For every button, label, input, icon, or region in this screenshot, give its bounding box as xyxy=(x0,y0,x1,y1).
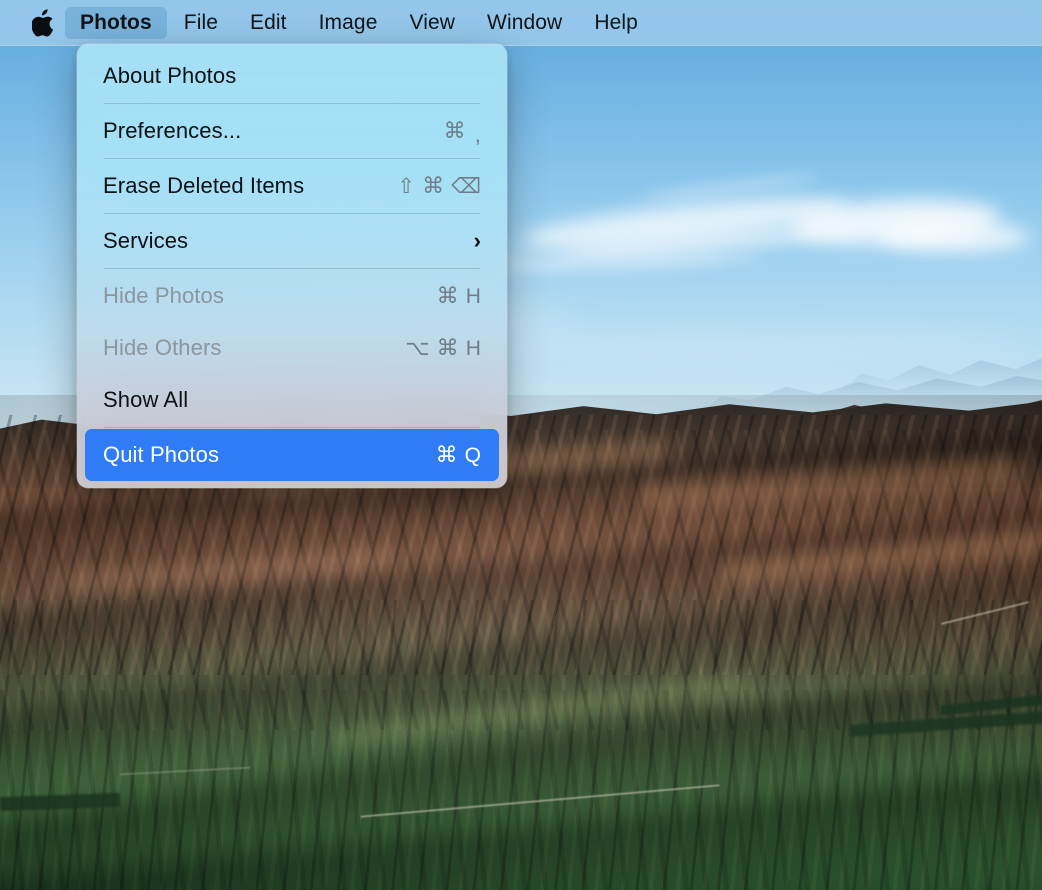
menu-item-hide-photos: Hide Photos ⌘ H xyxy=(85,270,499,322)
menubar-item-label: Edit xyxy=(250,11,287,35)
menubar-item-help[interactable]: Help xyxy=(579,7,653,39)
menu-separator xyxy=(104,103,480,104)
menu-item-label: Hide Others xyxy=(103,335,221,361)
menu-separator xyxy=(104,427,480,428)
apple-menu-button[interactable] xyxy=(22,0,64,46)
menu-item-shortcut: ⌘ H xyxy=(437,285,481,307)
menu-item-quit-photos[interactable]: Quit Photos ⌘ Q xyxy=(85,429,499,481)
shift-key-icon: ⇧ xyxy=(397,176,415,197)
menu-item-hide-others: Hide Others ⌥ ⌘ H xyxy=(85,322,499,374)
command-key-icon: ⌘ xyxy=(437,337,459,359)
command-key-icon: ⌘ xyxy=(435,444,457,466)
menubar-item-label: File xyxy=(184,11,218,35)
menu-item-label: About Photos xyxy=(103,63,236,89)
menu-item-label: Erase Deleted Items xyxy=(103,173,304,199)
menu-item-services[interactable]: Services › xyxy=(85,215,499,267)
command-key-icon: ⌘ xyxy=(437,285,459,307)
menubar-item-file[interactable]: File xyxy=(169,7,233,39)
menu-item-shortcut: ⇧ ⌘ ⌫ xyxy=(397,175,481,197)
letter-key-q: Q xyxy=(465,445,481,466)
menubar-item-edit[interactable]: Edit xyxy=(235,7,302,39)
menu-separator xyxy=(104,158,480,159)
command-key-icon: ⌘ xyxy=(444,120,466,142)
cloud-wisp xyxy=(880,222,1030,252)
menubar-item-label: Photos xyxy=(80,11,152,35)
menu-item-label: Preferences... xyxy=(103,118,241,144)
menu-item-about-photos[interactable]: About Photos xyxy=(85,50,499,102)
photos-application-menu: About Photos Preferences... ⌘ , Erase De… xyxy=(77,44,507,488)
menubar-item-label: Image xyxy=(319,11,378,35)
menubar-item-view[interactable]: View xyxy=(394,7,470,39)
menubar-item-label: Window xyxy=(487,11,562,35)
menu-item-show-all[interactable]: Show All xyxy=(85,374,499,426)
menu-item-shortcut: ⌘ , xyxy=(444,120,481,142)
desktop: Photos File Edit Image View Window Help … xyxy=(0,0,1042,890)
command-key-icon: ⌘ xyxy=(422,175,444,197)
menu-item-shortcut: ⌘ Q xyxy=(435,444,481,466)
apple-logo-icon xyxy=(32,9,55,37)
menu-item-shortcut: ⌥ ⌘ H xyxy=(405,337,481,359)
menu-bar: Photos File Edit Image View Window Help xyxy=(0,0,1042,46)
menu-separator xyxy=(104,268,480,269)
menu-separator xyxy=(104,213,480,214)
option-key-icon: ⌥ xyxy=(405,338,429,359)
menu-item-label: Quit Photos xyxy=(103,442,219,468)
menubar-item-label: Help xyxy=(594,11,638,35)
letter-key-h: H xyxy=(466,338,481,359)
chevron-right-icon: › xyxy=(474,230,481,252)
comma-key-icon: , xyxy=(475,124,481,146)
menu-item-label: Services xyxy=(103,228,188,254)
menubar-item-window[interactable]: Window xyxy=(472,7,577,39)
letter-key-h: H xyxy=(466,286,481,307)
menubar-item-photos[interactable]: Photos xyxy=(65,7,167,39)
menu-item-label: Hide Photos xyxy=(103,283,224,309)
menu-item-preferences[interactable]: Preferences... ⌘ , xyxy=(85,105,499,157)
menubar-item-image[interactable]: Image xyxy=(304,7,393,39)
menu-item-label: Show All xyxy=(103,387,188,413)
menu-item-erase-deleted-items[interactable]: Erase Deleted Items ⇧ ⌘ ⌫ xyxy=(85,160,499,212)
menubar-item-label: View xyxy=(409,11,455,35)
delete-key-icon: ⌫ xyxy=(451,176,481,197)
